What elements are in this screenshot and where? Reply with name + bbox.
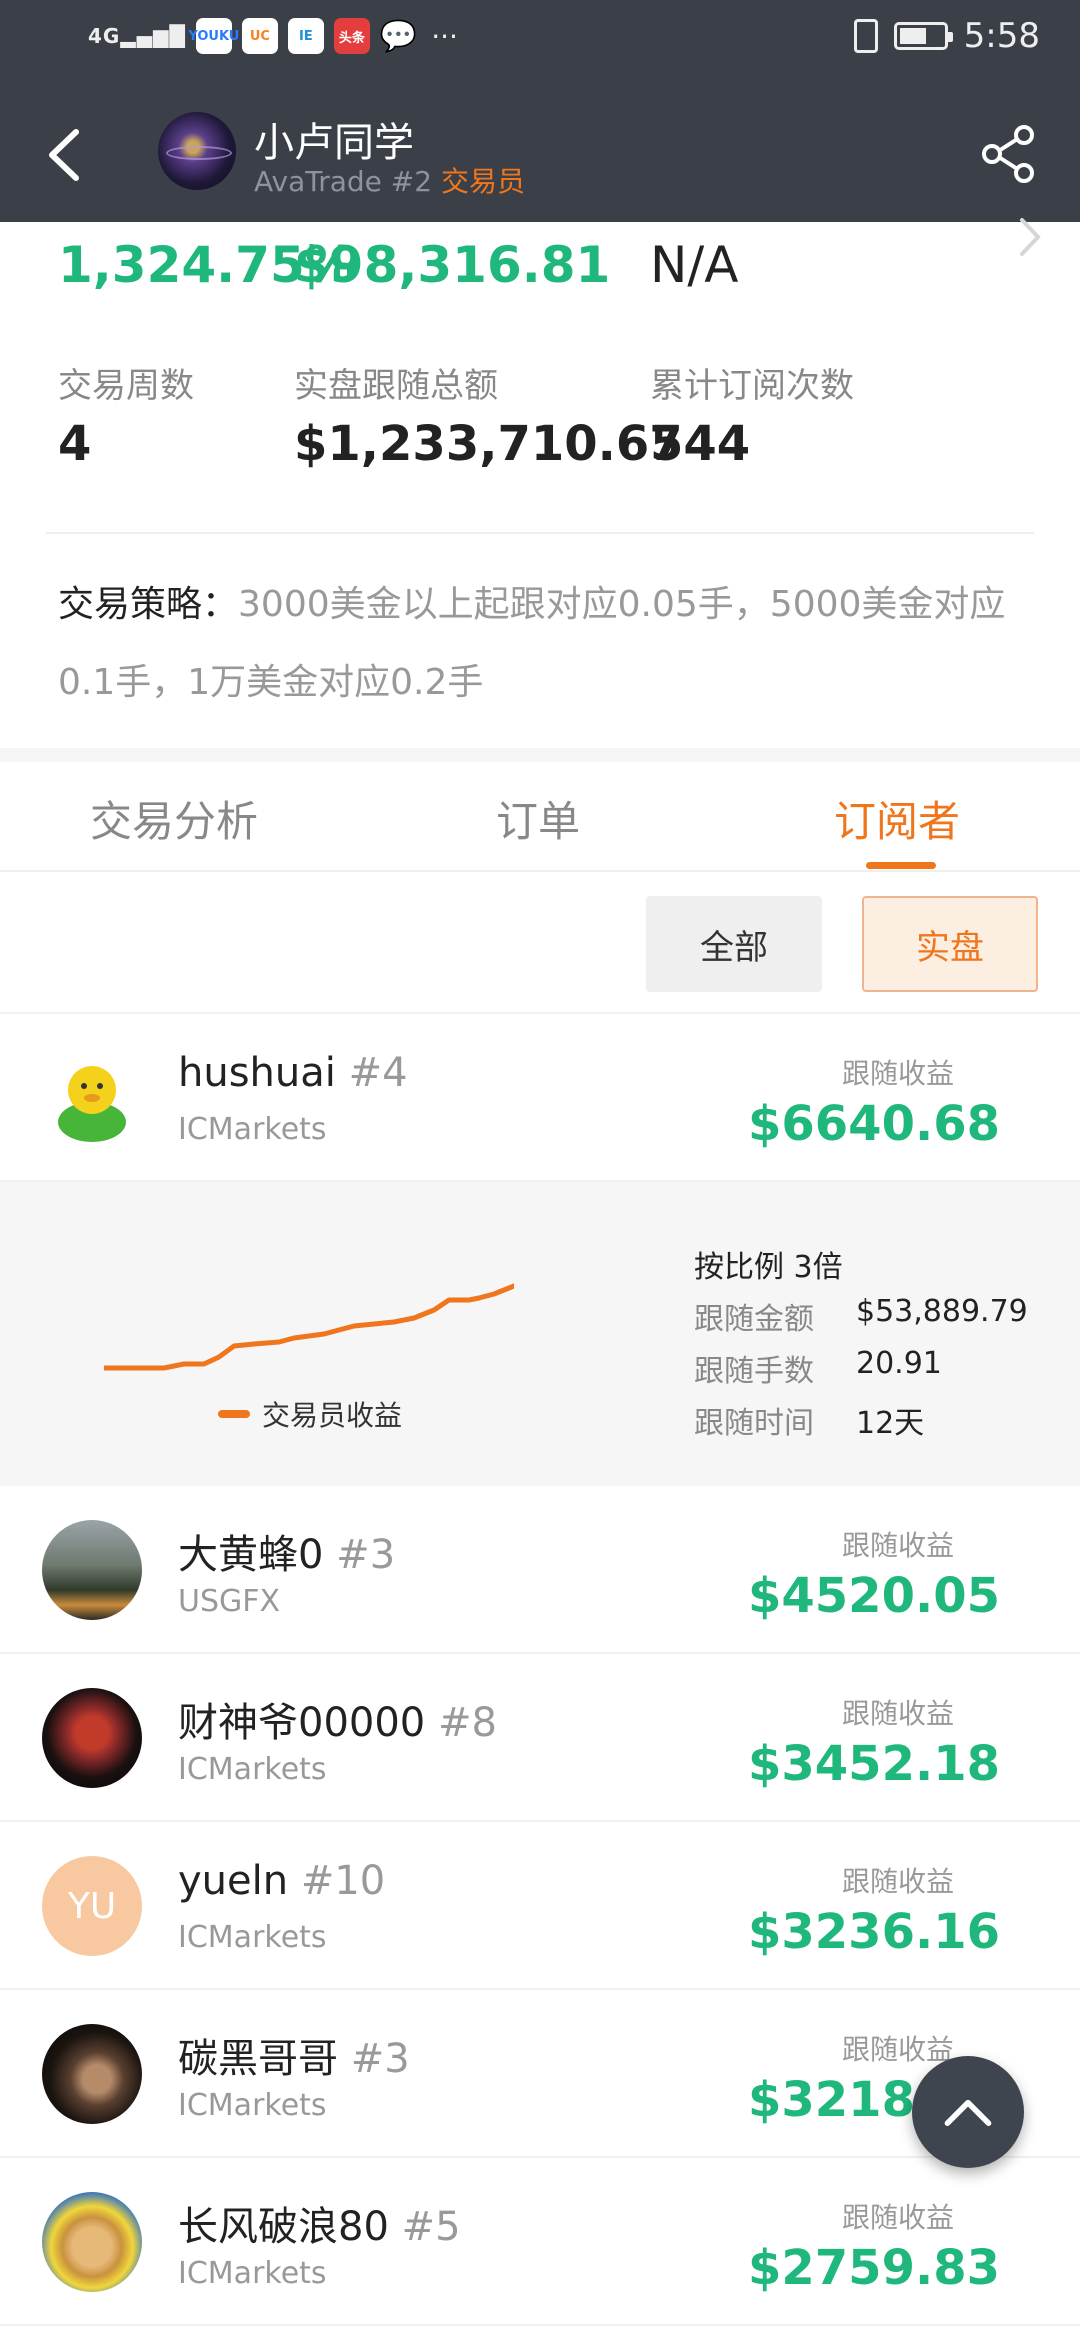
trader-role: 交易员 [440,165,525,198]
profit-label: 跟随收益 [841,1697,954,1730]
subscriber-profit: $3452.18 [747,1736,1000,1792]
profit-label: 跟随收益 [841,2201,954,2234]
tree-avatar [42,1520,142,1620]
chart-legend: 交易员收益 [218,1394,402,1434]
subscriber-name: 大黄蜂0 #3 [178,1532,396,1578]
chevron-right-icon[interactable] [1014,212,1044,262]
filter-all-button[interactable]: 全部 [646,896,822,992]
status-left: 4G▂▄▆█ YOUKU UC IE 头条 💬 ··· [88,18,458,54]
weeks-value: 4 [58,416,92,472]
uc-app-icon: UC [241,18,278,54]
follow-time-value: 12天 [856,1406,925,1441]
nav-header: 小卢同学 AvaTrade #2 交易员 [0,100,1080,222]
follow-amount-label: 跟随金额 [694,1302,814,1337]
profit-label: 跟随收益 [841,1529,954,1562]
follow-total-label: 实盘跟随总额 [294,366,498,406]
subscriber-name: 财神爷00000 #8 [178,1700,497,1746]
profit-label: 跟随收益 [841,2033,954,2066]
strategy-label: 交易策略： [58,584,239,625]
god-of-wealth-avatar [42,1688,142,1788]
subscriber-row[interactable]: 长风破浪80 #5 ICMarkets 跟随收益 $2759.83 [0,2158,1080,2326]
follow-ratio: 按比例 3倍 [694,1250,843,1285]
profit-label: 跟随收益 [841,1865,954,1898]
third-stat-value: N/A [650,236,739,294]
signal-icon: 4G▂▄▆█ [88,24,186,48]
subscriber-broker: ICMarkets [178,1112,327,1147]
subscriber-broker: ICMarkets [178,2256,327,2291]
scroll-to-top-button[interactable] [912,2056,1024,2168]
back-arrow-icon[interactable] [36,120,96,190]
subscribe-count-label: 累计订阅次数 [650,366,854,406]
subscriber-row[interactable]: 财神爷00000 #8 ICMarkets 跟随收益 $3452.18 [0,1654,1080,1822]
legend-swatch [218,1410,250,1418]
total-profit: $98,316.81 [294,236,611,294]
tab-subscribers[interactable]: 订阅者 [834,788,960,849]
filter-bar: 全部 实盘 [0,874,1080,1014]
follow-time-label: 跟随时间 [694,1406,814,1441]
toutiao-app-icon: 头条 [333,18,370,54]
initials-avatar: YU [42,1856,142,1956]
vibrate-icon [853,19,878,53]
subscriber-broker: ICMarkets [178,1752,327,1787]
subscriber-broker: USGFX [178,1584,281,1619]
share-icon[interactable] [976,122,1040,186]
subscriber-row[interactable]: hushuai #4 ICMarkets 跟随收益 $6640.68 [0,1014,1080,1182]
status-right: 5:58 [853,16,1040,56]
subscriber-broker: ICMarkets [178,2088,327,2123]
browser-app-icon: IE [287,18,324,54]
profit-label: 跟随收益 [841,1057,954,1090]
subscriber-profit: $3236.16 [747,1904,1000,1960]
subscriber-profit: $2759.83 [747,2240,1000,2296]
section-gap [0,748,1080,762]
trader-profit-chart [104,1283,514,1371]
duck-avatar [42,1048,142,1148]
tab-analysis[interactable]: 交易分析 [90,788,258,849]
subscriber-row[interactable]: 大黄蜂0 #3 USGFX 跟随收益 $4520.05 [0,1486,1080,1654]
tab-orders[interactable]: 订单 [496,788,580,849]
tab-bar: 交易分析 订单 订阅者 [0,762,1080,872]
divider [46,532,1034,534]
trader-broker-rank: AvaTrade #2 [254,165,433,198]
subscriber-detail-panel: 交易员收益 按比例 3倍 跟随金额 $53,889.79 跟随手数 20.91 … [0,1182,1080,1486]
weeks-label: 交易周数 [58,366,194,406]
subscriber-name: yueln #10 [178,1858,386,1904]
subscriber-name: hushuai #4 [178,1050,408,1096]
more-notifications-icon: ··· [431,19,458,53]
fish-avatar [42,2024,142,2124]
subscriber-name: 长风破浪80 #5 [178,2204,461,2250]
chat-icon: 💬 [379,18,418,54]
strategy-text: 交易策略：3000美金以上起跟对应0.05手，5000美金对应0.1手，1万美金… [58,566,1028,722]
dog-avatar [42,2192,142,2292]
filter-real-button[interactable]: 实盘 [862,896,1038,992]
subscriber-profit: $4520.05 [747,1568,1000,1624]
subscriber-name: 碳黑哥哥 #3 [178,2036,410,2082]
trader-profit-line [104,1283,514,1371]
youku-app-icon: YOUKU [188,18,239,54]
follow-amount-value: $53,889.79 [856,1294,1028,1329]
subscriber-profit: $6640.68 [747,1096,1000,1152]
subscriber-broker: ICMarkets [178,1920,327,1955]
battery-icon [893,22,953,50]
legend-label: 交易员收益 [262,1399,403,1432]
trader-avatar[interactable] [158,112,236,190]
status-bar: 4G▂▄▆█ YOUKU UC IE 头条 💬 ··· 5:58 [0,0,1080,80]
subscriber-row[interactable]: YU yueln #10 ICMarkets 跟随收益 $3236.16 [0,1822,1080,1990]
subscribe-count-value: 544 [650,416,751,472]
chevron-up-icon [944,2099,992,2127]
app-header-bar: 4G▂▄▆█ YOUKU UC IE 头条 💬 ··· 5:58 小卢同学 Av… [0,0,1080,222]
follow-lots-value: 20.91 [856,1346,942,1381]
follow-total-value: $1,233,710.67 [294,416,683,472]
follow-lots-label: 跟随手数 [694,1354,814,1389]
clock: 5:58 [963,16,1040,56]
trader-subtitle: AvaTrade #2 交易员 [254,160,525,200]
active-tab-indicator [866,862,936,869]
